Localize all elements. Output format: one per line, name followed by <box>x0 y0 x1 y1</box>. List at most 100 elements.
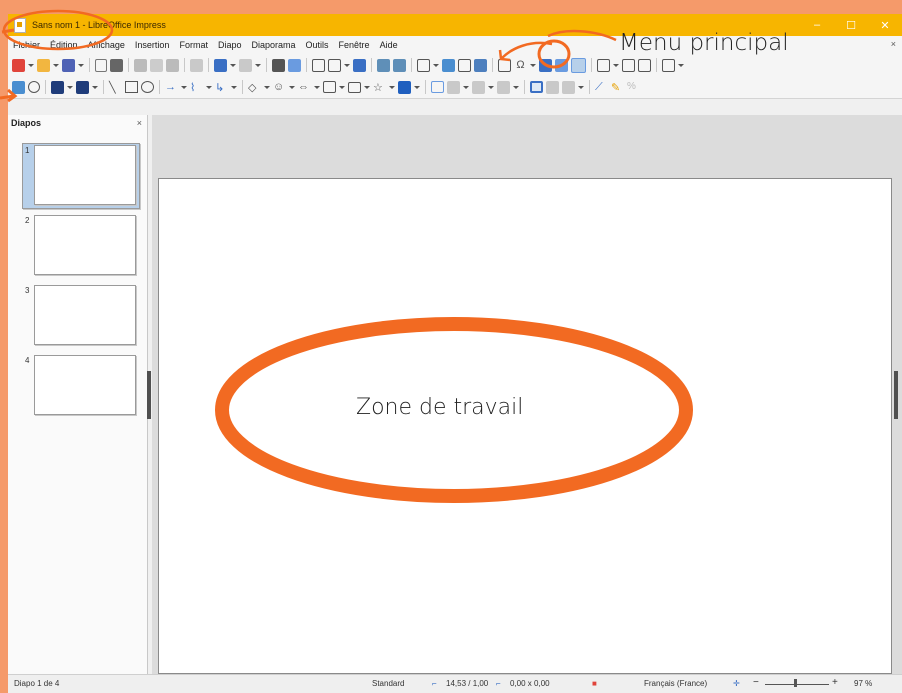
media-icon[interactable] <box>458 58 471 72</box>
points-icon[interactable]: ⟋ <box>595 81 608 94</box>
save-icon[interactable] <box>62 58 75 72</box>
new-slide-icon[interactable] <box>622 58 635 72</box>
stars-dropdown-icon[interactable] <box>389 85 395 89</box>
fit-slide-icon[interactable]: ✛ <box>733 679 740 688</box>
distribute-icon[interactable] <box>497 80 510 94</box>
menu-insertion[interactable]: Insertion <box>130 40 175 50</box>
curves-dropdown-icon[interactable] <box>206 85 212 89</box>
arrange-dropdown-icon[interactable] <box>488 85 494 89</box>
shadow-icon[interactable] <box>530 81 543 93</box>
new-dropdown-icon[interactable] <box>28 63 34 67</box>
hyperlink-icon[interactable] <box>555 58 568 72</box>
close-window-button[interactable]: ✕ <box>868 14 902 36</box>
table-dropdown-icon[interactable] <box>433 63 439 67</box>
cut-icon[interactable] <box>134 58 147 72</box>
flowchart-dropdown-icon[interactable] <box>339 85 345 89</box>
save-dropdown-icon[interactable] <box>78 63 84 67</box>
special-character-icon[interactable]: Ω <box>514 59 527 72</box>
new-icon[interactable] <box>12 58 25 72</box>
menu-fichier[interactable]: Fichier <box>8 40 45 50</box>
slide-transition-icon[interactable] <box>662 58 675 72</box>
menu-fenetre[interactable]: Fenêtre <box>334 40 375 50</box>
text-box-icon[interactable] <box>498 58 511 72</box>
slide-thumbnail-4[interactable]: 4 <box>22 355 136 417</box>
slides-pane-splitter-handle[interactable] <box>147 371 151 419</box>
menu-aide[interactable]: Aide <box>375 40 403 50</box>
find-replace-icon[interactable] <box>272 58 285 72</box>
zoom-slider-thumb[interactable] <box>794 679 797 687</box>
connectors-dropdown-icon[interactable] <box>231 85 237 89</box>
language-status[interactable]: Français (France) <box>644 679 707 688</box>
block-arrows-dropdown-icon[interactable] <box>314 85 320 89</box>
symbol-shapes-dropdown-icon[interactable] <box>289 85 295 89</box>
master-slide-icon[interactable] <box>353 58 366 72</box>
rotate-icon[interactable] <box>431 81 444 93</box>
table-icon[interactable] <box>417 58 430 72</box>
open-dropdown-icon[interactable] <box>53 63 59 67</box>
display-views-icon[interactable] <box>328 58 341 72</box>
slide-layout-name[interactable]: Standard <box>372 679 404 688</box>
redo-icon[interactable] <box>239 58 252 72</box>
image-icon[interactable] <box>442 58 455 72</box>
comment-icon[interactable] <box>571 57 586 73</box>
slide-thumbnail-3[interactable]: 3 <box>22 285 136 347</box>
arrange-icon[interactable] <box>472 80 485 94</box>
zoom-slider-track[interactable] <box>765 684 829 685</box>
open-icon[interactable] <box>37 58 50 72</box>
fill-color-dropdown-icon[interactable] <box>67 85 73 89</box>
slide-canvas[interactable] <box>158 178 892 674</box>
start-current-slide-icon[interactable] <box>393 58 406 72</box>
3d-objects-dropdown-icon[interactable] <box>414 85 420 89</box>
fill-color-icon[interactable] <box>51 80 64 94</box>
slide-layout-icon[interactable] <box>597 58 610 72</box>
callouts-dropdown-icon[interactable] <box>364 85 370 89</box>
close-document-button[interactable]: × <box>891 39 896 49</box>
slides-pane-close-button[interactable]: × <box>137 118 142 128</box>
lines-arrows-dropdown-icon[interactable] <box>181 85 187 89</box>
select-icon[interactable] <box>12 80 25 94</box>
line-color-dropdown-icon[interactable] <box>92 85 98 89</box>
spelling-icon[interactable] <box>288 58 301 72</box>
filter-dropdown-icon[interactable] <box>578 85 584 89</box>
zoom-icon[interactable] <box>28 81 40 93</box>
slide-thumbnail-2[interactable]: 2 <box>22 215 136 277</box>
zoom-level[interactable]: 97 % <box>854 679 872 688</box>
menu-edition[interactable]: Édition <box>45 40 83 50</box>
copy-icon[interactable] <box>150 58 163 72</box>
display-grid-icon[interactable] <box>312 58 325 72</box>
slide-thumbnail-1[interactable]: 1 <box>22 143 140 209</box>
sidebar-splitter-handle[interactable] <box>894 371 898 419</box>
filter-icon[interactable] <box>562 80 575 94</box>
line-icon[interactable]: ╲ <box>109 81 122 94</box>
export-pdf-icon[interactable] <box>95 58 107 72</box>
duplicate-slide-icon[interactable] <box>638 58 651 72</box>
align-objects-icon[interactable] <box>447 80 460 94</box>
undo-icon[interactable] <box>214 58 227 72</box>
menu-diaporama[interactable]: Diaporama <box>246 40 300 50</box>
toggle-extrusion-icon[interactable]: % <box>627 81 640 94</box>
connectors-icon[interactable]: ↳ <box>215 81 228 94</box>
lines-arrows-icon[interactable]: → <box>165 81 178 94</box>
block-arrows-icon[interactable]: ⇔ <box>298 81 311 94</box>
3d-objects-icon[interactable] <box>398 80 411 94</box>
menu-outils[interactable]: Outils <box>301 40 334 50</box>
menu-format[interactable]: Format <box>174 40 213 50</box>
display-views-dropdown-icon[interactable] <box>344 63 350 67</box>
symbol-shapes-icon[interactable]: ☺ <box>273 81 286 94</box>
special-character-dropdown-icon[interactable] <box>530 63 536 67</box>
minimize-button[interactable]: – <box>800 14 834 36</box>
chart-icon[interactable] <box>474 58 487 72</box>
zoom-in-button[interactable]: + <box>832 677 838 688</box>
ellipse-icon[interactable] <box>141 81 154 93</box>
document-modified-icon[interactable]: ■ <box>592 679 597 688</box>
menu-affichage[interactable]: Affichage <box>83 40 130 50</box>
print-icon[interactable] <box>110 58 123 72</box>
slide-transition-dropdown-icon[interactable] <box>678 63 684 67</box>
curves-icon[interactable]: ⌇ <box>190 81 203 94</box>
maximize-button[interactable]: ☐ <box>834 14 868 36</box>
slide-layout-dropdown-icon[interactable] <box>613 63 619 67</box>
start-first-slide-icon[interactable] <box>377 58 390 72</box>
rectangle-icon[interactable] <box>125 81 138 93</box>
basic-shapes-icon[interactable]: ◇ <box>248 81 261 94</box>
stars-icon[interactable]: ☆ <box>373 81 386 94</box>
